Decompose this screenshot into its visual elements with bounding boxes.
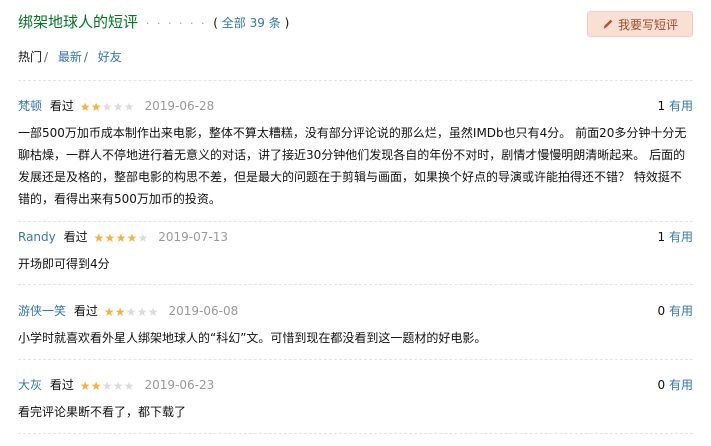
pencil-icon bbox=[603, 19, 613, 29]
title-dots: · · · · · · bbox=[146, 17, 207, 30]
comment-author[interactable]: 游侠一笑 bbox=[18, 304, 66, 318]
comment-content: 小学时就喜欢看外星人绑架地球人的“科幻”文。可惜到现在都没看到这一题材的好电影。 bbox=[18, 331, 487, 345]
watch-status: 看过 bbox=[49, 99, 74, 113]
divider bbox=[18, 221, 693, 222]
useful-button[interactable]: 有用 bbox=[669, 99, 693, 113]
watch-status: 看过 bbox=[49, 378, 74, 392]
star-empty-icon: ★ bbox=[147, 305, 159, 319]
rating-stars: ★★★★★ bbox=[104, 303, 159, 321]
vote-area: 0 有用 bbox=[658, 302, 693, 320]
comment-meta: 梵顿 看过 ★★★★★ 2019-06-28 1 有用 bbox=[18, 97, 693, 115]
write-comment-label: 我要写短评 bbox=[617, 17, 678, 32]
comment-content: 一部500万加币成本制作出来电影，整体不算太糟糕，没有部分评论说的那么烂，虽然I… bbox=[18, 126, 687, 206]
star-empty-icon: ★ bbox=[112, 100, 124, 114]
write-comment-button[interactable]: 我要写短评 bbox=[587, 11, 693, 37]
comment-meta: Randy 看过 ★★★★★ 2019-07-13 1 有用 bbox=[18, 228, 693, 246]
star-empty-icon: ★ bbox=[101, 379, 113, 393]
star-empty-icon: ★ bbox=[125, 305, 137, 319]
star-filled-icon: ★ bbox=[90, 100, 102, 114]
comment-item: 游侠一笑 看过 ★★★★★ 2019-06-08 0 有用 小学时就喜欢看外星人… bbox=[18, 302, 693, 349]
star-filled-icon: ★ bbox=[103, 305, 115, 319]
star-empty-icon: ★ bbox=[101, 100, 113, 114]
comment-content: 开场即可得到4分 bbox=[18, 257, 110, 271]
star-filled-icon: ★ bbox=[115, 231, 127, 245]
watch-status: 看过 bbox=[63, 230, 88, 244]
vote-count: 0 bbox=[657, 304, 666, 318]
star-empty-icon: ★ bbox=[112, 379, 124, 393]
count-suffix: 条 bbox=[268, 16, 281, 30]
all-comments-link[interactable]: ( 全部 39 条 ) bbox=[213, 16, 289, 30]
rating-stars: ★★★★★ bbox=[80, 98, 135, 116]
comment-date: 2019-06-28 bbox=[144, 99, 215, 113]
comment-content: 看完评论果断不看了，都下载了 bbox=[18, 405, 187, 419]
rating-stars: ★★★★★ bbox=[80, 377, 135, 395]
comment-author[interactable]: 大灰 bbox=[18, 378, 42, 392]
divider bbox=[18, 359, 693, 360]
comment-meta: 游侠一笑 看过 ★★★★★ 2019-06-08 0 有用 bbox=[18, 302, 693, 320]
sort-tabs: 热门 / 最新 / 好友 bbox=[18, 50, 122, 64]
short-comments-section: 绑架地球人的短评 · · · · · · ( 全部 39 条 ) 我要写短评 热门… bbox=[0, 0, 711, 446]
section-title: 绑架地球人的短评 bbox=[18, 13, 139, 31]
useful-button[interactable]: 有用 bbox=[669, 230, 693, 244]
watch-status: 看过 bbox=[73, 304, 98, 318]
star-empty-icon: ★ bbox=[136, 305, 148, 319]
tab-friends[interactable]: 好友 bbox=[98, 50, 122, 64]
star-empty-icon: ★ bbox=[123, 100, 135, 114]
divider bbox=[18, 433, 693, 434]
count-prefix: 全部 bbox=[221, 16, 246, 30]
star-empty-icon: ★ bbox=[137, 231, 149, 245]
vote-count: 1 bbox=[657, 99, 666, 113]
star-empty-icon: ★ bbox=[123, 379, 135, 393]
tab-hot[interactable]: 热门 bbox=[18, 50, 42, 64]
rating-stars: ★★★★★ bbox=[93, 229, 148, 247]
vote-count: 1 bbox=[657, 230, 666, 244]
count-value: 39 bbox=[249, 16, 265, 30]
star-filled-icon: ★ bbox=[79, 379, 91, 393]
star-filled-icon: ★ bbox=[79, 100, 91, 114]
tab-latest[interactable]: 最新 bbox=[58, 50, 82, 64]
comment-item: 梵顿 看过 ★★★★★ 2019-06-28 1 有用 一部500万加币成本制作… bbox=[18, 97, 693, 210]
comment-author[interactable]: 梵顿 bbox=[18, 99, 42, 113]
star-filled-icon: ★ bbox=[90, 379, 102, 393]
comment-item: 大灰 看过 ★★★★★ 2019-06-23 0 有用 看完评论果断不看了，都下… bbox=[18, 376, 693, 423]
useful-button[interactable]: 有用 bbox=[669, 304, 693, 318]
divider bbox=[18, 284, 693, 285]
comment-meta: 大灰 看过 ★★★★★ 2019-06-23 0 有用 bbox=[18, 376, 693, 394]
star-filled-icon: ★ bbox=[114, 305, 126, 319]
vote-count: 0 bbox=[657, 378, 666, 392]
section-header: 绑架地球人的短评 · · · · · · ( 全部 39 条 ) 我要写短评 bbox=[18, 11, 693, 37]
star-filled-icon: ★ bbox=[126, 231, 138, 245]
comment-date: 2019-06-08 bbox=[168, 304, 239, 318]
vote-area: 1 有用 bbox=[658, 228, 693, 246]
comment-author[interactable]: Randy bbox=[18, 230, 56, 244]
vote-area: 1 有用 bbox=[658, 97, 693, 115]
vote-area: 0 有用 bbox=[658, 376, 693, 394]
comment-date: 2019-07-13 bbox=[158, 230, 229, 244]
comment-date: 2019-06-23 bbox=[144, 378, 215, 392]
divider bbox=[18, 80, 693, 81]
comment-item: Randy 看过 ★★★★★ 2019-07-13 1 有用 开场即可得到4分 bbox=[18, 228, 693, 275]
useful-button[interactable]: 有用 bbox=[669, 378, 693, 392]
star-filled-icon: ★ bbox=[104, 231, 116, 245]
star-filled-icon: ★ bbox=[93, 231, 105, 245]
section-title-row: 绑架地球人的短评 · · · · · · ( 全部 39 条 ) bbox=[18, 11, 289, 32]
